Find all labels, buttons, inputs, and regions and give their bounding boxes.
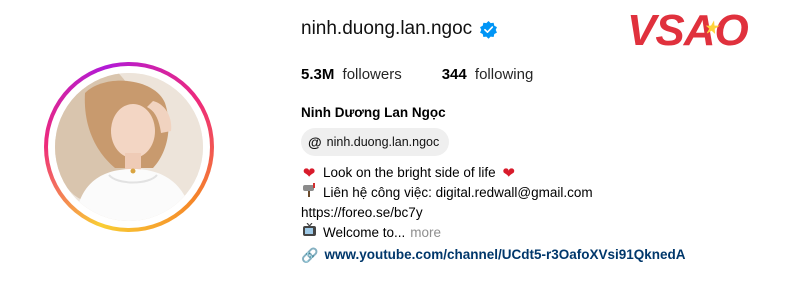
bio-text-1: Look on the bright side of life — [323, 165, 496, 180]
heart-icon: ❤ — [302, 164, 316, 182]
verified-badge-icon — [480, 20, 498, 39]
vsao-watermark-logo: VS A ★ O — [627, 6, 749, 56]
following-count: 344 — [441, 66, 467, 83]
threads-icon: @ — [308, 134, 322, 150]
bio-line-3: https://foreo.se/bc7y — [301, 203, 686, 223]
avatar-story-ring[interactable] — [44, 62, 214, 232]
username[interactable]: ninh.duong.lan.ngoc — [301, 18, 472, 40]
avatar[interactable] — [55, 73, 203, 221]
avatar-photo-illustration — [55, 73, 203, 221]
avatar-ring-gap — [48, 66, 210, 228]
logo-a-mark: A ★ — [684, 6, 718, 56]
followers-count: 5.3M — [301, 66, 335, 83]
bio-link[interactable]: 🔗 www.youtube.com/channel/UCdt5-r3OafoXV… — [301, 245, 686, 265]
bio-link-text: www.youtube.com/channel/UCdt5-r3OafoXVsi… — [324, 247, 686, 262]
more-button[interactable]: more — [410, 223, 441, 243]
bio-line-1: ❤ Look on the bright side of life ❤ — [301, 163, 686, 183]
bio: ❤ Look on the bright side of life ❤ Liên… — [301, 163, 686, 265]
followers-stat[interactable]: 5.3M followers — [301, 66, 402, 83]
full-name: Ninh Dương Lan Ngọc — [301, 105, 446, 120]
star-icon: ★ — [703, 20, 718, 37]
username-row: ninh.duong.lan.ngoc — [301, 18, 498, 40]
bio-line-2: Liên hệ công việc: digital.redwall@gmail… — [301, 183, 686, 203]
followers-label: followers — [342, 66, 402, 83]
following-label: following — [474, 66, 534, 83]
logo-text-vs: VS — [627, 6, 685, 55]
bio-text-3: https://foreo.se/bc7y — [301, 205, 423, 220]
profile-stats: 5.3M followers 344 following — [301, 66, 573, 83]
following-stat[interactable]: 344 following — [442, 66, 534, 83]
mailbox-icon — [301, 183, 317, 203]
tv-icon — [301, 222, 317, 243]
bio-line-4: Welcome to... more — [301, 222, 686, 243]
bio-text-2: Liên hệ công việc: digital.redwall@gmail… — [323, 185, 593, 200]
threads-link-chip[interactable]: @ ninh.duong.lan.ngoc — [301, 128, 450, 156]
heart-icon: ❤ — [502, 164, 515, 182]
threads-handle: ninh.duong.lan.ngoc — [326, 135, 440, 149]
bio-text-4: Welcome to... — [323, 225, 406, 240]
logo-text-o: O — [714, 6, 748, 55]
link-icon: 🔗 — [301, 247, 319, 263]
